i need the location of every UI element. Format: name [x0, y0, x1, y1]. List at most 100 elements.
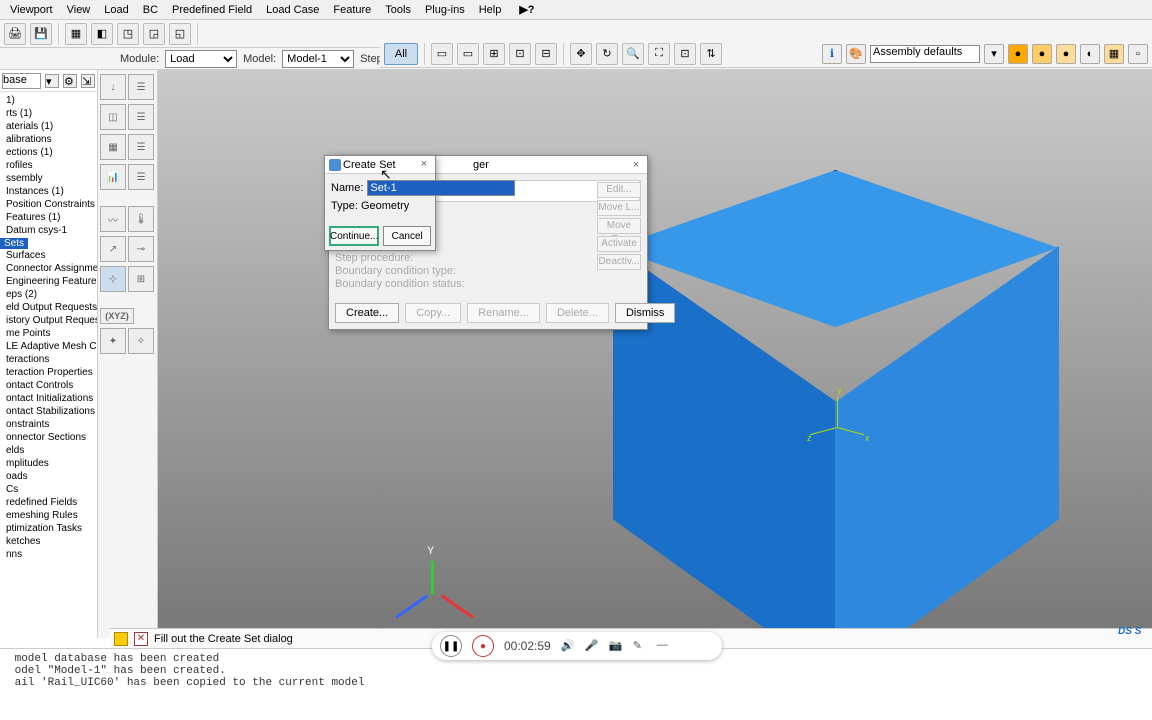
tree-item[interactable]: oads	[0, 470, 97, 483]
pan-icon[interactable]: ✥	[570, 43, 592, 65]
menu-bc[interactable]: BC	[137, 2, 164, 18]
shade2-icon[interactable]: ●	[1032, 44, 1052, 64]
create-set-titlebar[interactable]: Create Set ×	[325, 156, 435, 174]
tree-item[interactable]: eld Output Requests (1)	[0, 301, 97, 314]
menu-tools[interactable]: Tools	[379, 2, 417, 18]
box-zoom-icon[interactable]: ⊡	[674, 43, 696, 65]
tree-item[interactable]: Datum csys-1	[0, 224, 97, 237]
tree-item[interactable]: onnector Sections	[0, 431, 97, 444]
menu-feature[interactable]: Feature	[327, 2, 377, 18]
tree-item[interactable]: Cs	[0, 483, 97, 496]
shade1-icon[interactable]: ●	[1008, 44, 1028, 64]
menu-viewport[interactable]: Viewport	[4, 2, 59, 18]
tree-btn3-icon[interactable]: ⇲	[81, 74, 95, 88]
model-cube[interactable]	[613, 170, 1058, 638]
tree-item[interactable]: me Points	[0, 327, 97, 340]
volume-icon[interactable]: 🔊	[561, 639, 575, 653]
menu-loadcase[interactable]: Load Case	[260, 2, 325, 18]
field-manager-icon[interactable]: ☰	[128, 134, 154, 160]
tree-item[interactable]: alibrations	[0, 133, 97, 146]
amp-create-icon[interactable]: 〰	[100, 206, 126, 232]
tree-item[interactable]: rofiles	[0, 159, 97, 172]
case-manager-icon[interactable]: ☰	[128, 164, 154, 190]
toggle3-icon[interactable]: ⊞	[483, 43, 505, 65]
menu-plugins[interactable]: Plug-ins	[419, 2, 471, 18]
last-icon[interactable]: ▫	[1128, 44, 1148, 64]
tree-item[interactable]: mplitudes	[0, 457, 97, 470]
save-icon[interactable]: 💾	[30, 23, 52, 45]
tree-item[interactable]: Sets	[0, 238, 28, 249]
create-button[interactable]: Create...	[335, 303, 399, 323]
field-create-icon[interactable]: ▦	[100, 134, 126, 160]
tree-item[interactable]: elds	[0, 444, 97, 457]
tree-item[interactable]: Engineering Features	[0, 275, 97, 288]
select-all-icon[interactable]: All	[384, 43, 418, 65]
partition-icon[interactable]: ⊞	[128, 266, 154, 292]
record-button[interactable]: ●	[472, 635, 494, 657]
render-style-select[interactable]: Assembly defaults	[870, 45, 980, 63]
print-icon[interactable]: 🖨	[4, 23, 26, 45]
create-set-close-icon[interactable]: ×	[417, 158, 431, 172]
menu-load[interactable]: Load	[98, 2, 134, 18]
tree-item[interactable]: redefined Fields	[0, 496, 97, 509]
tree-btn2-icon[interactable]: ⚙	[63, 74, 77, 88]
iso3-icon[interactable]: ◱	[169, 23, 191, 45]
load-manager-icon[interactable]: ☰	[128, 74, 154, 100]
tree-item[interactable]: eps (2)	[0, 288, 97, 301]
tree-item[interactable]: LE Adaptive Mesh Constrain	[0, 340, 97, 353]
plane-icon[interactable]: ✧	[128, 328, 154, 354]
model-select[interactable]: Model-1	[282, 50, 354, 68]
ortho-icon[interactable]: ▦	[65, 23, 87, 45]
cancel-button[interactable]: Cancel	[383, 226, 431, 246]
prompt-play-icon[interactable]	[114, 632, 128, 646]
menu-view[interactable]: View	[61, 2, 97, 18]
datum-icon[interactable]: ⊹	[100, 266, 126, 292]
tree-item[interactable]: Connector Assignments	[0, 262, 97, 275]
canvas-3d[interactable]: y x z Y X Z	[158, 70, 1152, 638]
tree-item[interactable]: istory Output Requests (1)	[0, 314, 97, 327]
tree-item[interactable]: ketches	[0, 535, 97, 548]
tree-item[interactable]: Features (1)	[0, 211, 97, 224]
conn-icon[interactable]: ⊸	[128, 236, 154, 262]
minimize-icon[interactable]: —	[657, 639, 671, 653]
bc-manager-icon[interactable]: ☰	[128, 104, 154, 130]
render-icon[interactable]: ▾	[984, 44, 1004, 64]
tree-filter-select[interactable]: base	[2, 73, 41, 89]
mic-off-icon[interactable]: 🎤	[585, 639, 599, 653]
bc-create-icon[interactable]: ◫	[100, 104, 126, 130]
menu-predef[interactable]: Predefined Field	[166, 2, 258, 18]
tree-item[interactable]: ontact Controls	[0, 379, 97, 392]
tree-item[interactable]: Instances (1)	[0, 185, 97, 198]
tree-item[interactable]: ections (1)	[0, 146, 97, 159]
webcam-off-icon[interactable]: 📷	[609, 639, 623, 653]
menu-help[interactable]: Help	[473, 2, 508, 18]
shade3-icon[interactable]: ●	[1056, 44, 1076, 64]
wire-icon[interactable]: ◐	[1080, 44, 1100, 64]
dismiss-button[interactable]: Dismiss	[615, 303, 676, 323]
zoom-icon[interactable]: 🔍	[622, 43, 644, 65]
set-name-input[interactable]	[367, 180, 515, 196]
tex-icon[interactable]: ▦	[1104, 44, 1124, 64]
toggle1-icon[interactable]: ▭	[431, 43, 453, 65]
tree-item[interactable]: nns	[0, 548, 97, 561]
toggle5-icon[interactable]: ⊟	[535, 43, 557, 65]
iso2-icon[interactable]: ◲	[143, 23, 165, 45]
iso1-icon[interactable]: ◳	[117, 23, 139, 45]
color-icon[interactable]: 🎨	[846, 44, 866, 64]
tree-btn1-icon[interactable]: ▾	[45, 74, 59, 88]
tree-item[interactable]: Surfaces	[0, 249, 97, 262]
info-icon[interactable]: ℹ	[822, 44, 842, 64]
prompt-stop-icon[interactable]: ✕	[134, 632, 148, 646]
csys-icon[interactable]: ✦	[100, 328, 126, 354]
continue-button[interactable]: Continue...	[329, 226, 379, 246]
pause-button[interactable]: ❚❚	[440, 635, 462, 657]
tree-item[interactable]: onstraints	[0, 418, 97, 431]
tree-item[interactable]: teraction Properties	[0, 366, 97, 379]
toggle2-icon[interactable]: ▭	[457, 43, 479, 65]
tree-item[interactable]: 1)	[0, 94, 97, 107]
tree-item[interactable]: aterials (1)	[0, 120, 97, 133]
tree-item[interactable]: ssembly	[0, 172, 97, 185]
tree-item[interactable]: emeshing Rules	[0, 509, 97, 522]
tree-item[interactable]: ontact Initializations	[0, 392, 97, 405]
tree-item[interactable]: rts (1)	[0, 107, 97, 120]
